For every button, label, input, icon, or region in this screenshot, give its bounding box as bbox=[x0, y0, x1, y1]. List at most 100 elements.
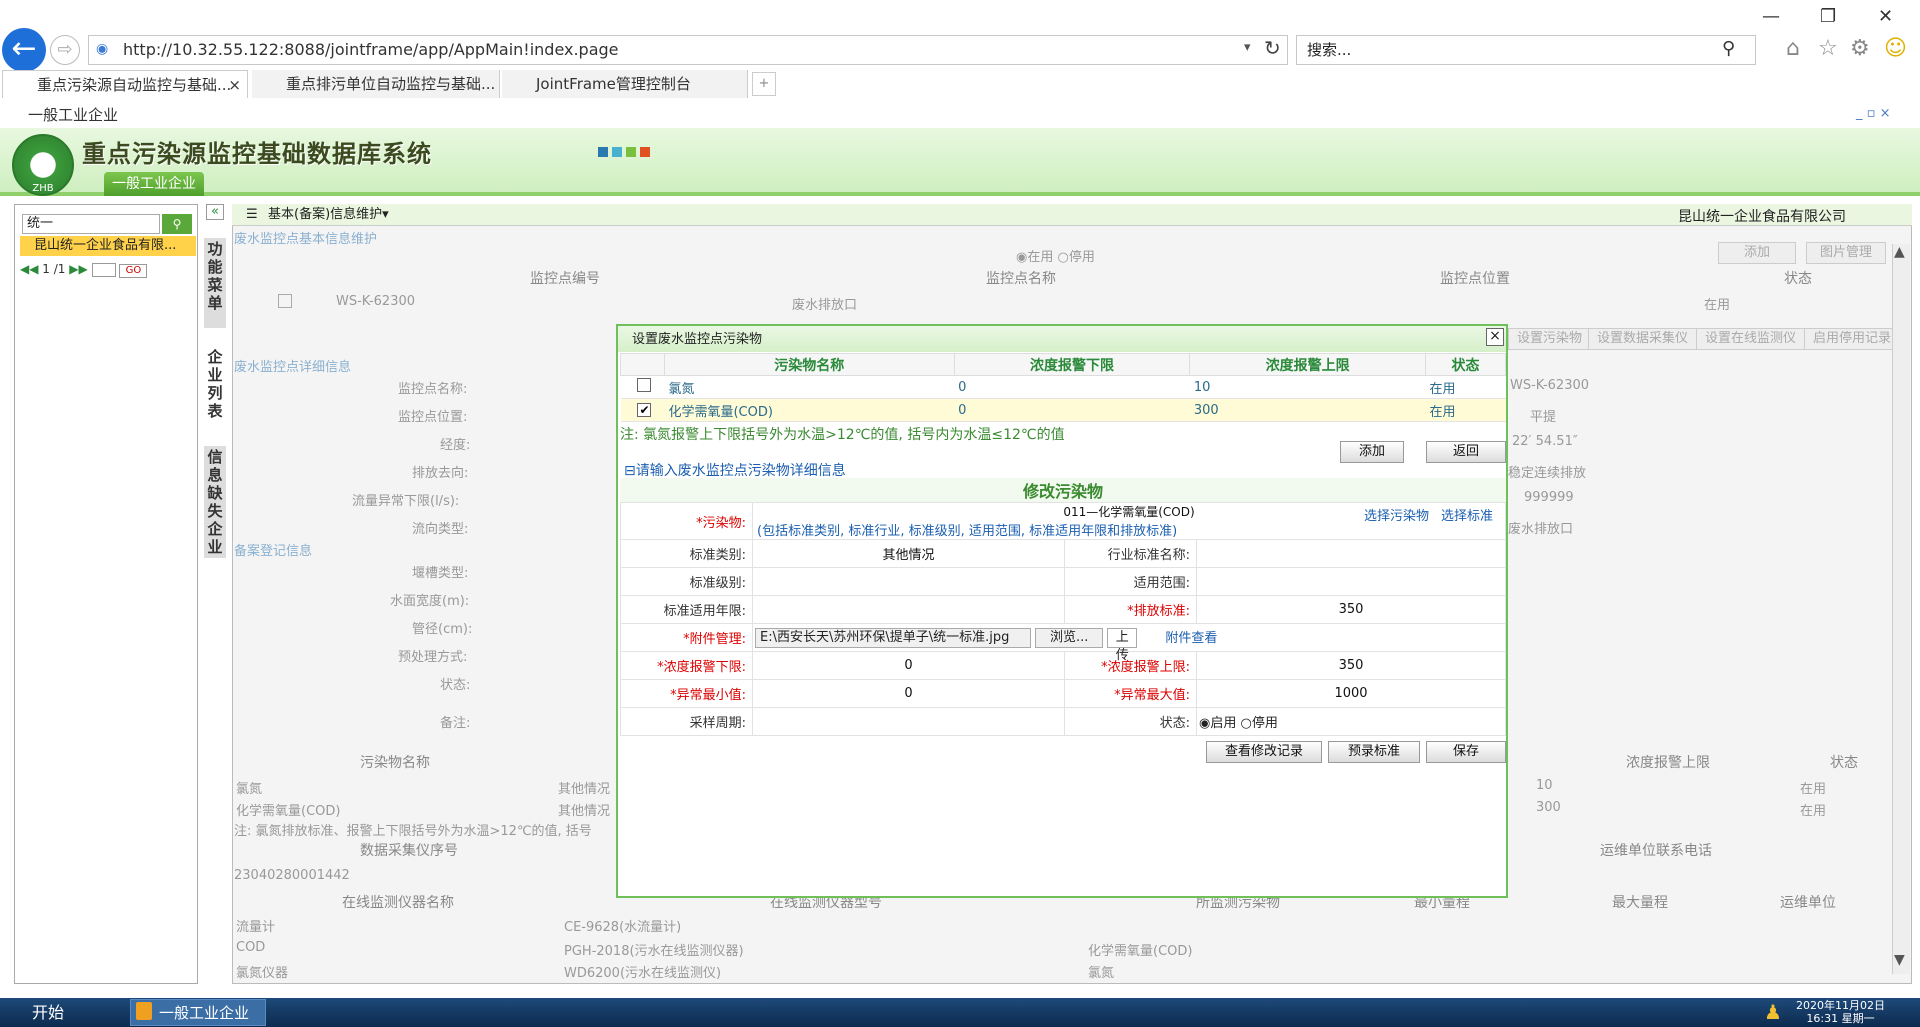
attachment-view-link[interactable]: 附件查看 bbox=[1165, 631, 1217, 646]
dialog-add-button[interactable]: 添加 bbox=[1340, 441, 1404, 463]
search-go-icon[interactable]: ⚲ bbox=[162, 214, 192, 234]
browser-search-input[interactable]: 搜索... bbox=[1296, 35, 1756, 65]
page-input[interactable] bbox=[91, 262, 116, 277]
app-window-controls[interactable]: _ ▫ × bbox=[1856, 106, 1890, 121]
address-bar[interactable]: http://10.32.55.122:8088/jointframe/app/… bbox=[88, 35, 1288, 65]
industry-value[interactable] bbox=[1196, 539, 1506, 568]
nav-tab-general-industry[interactable]: 一般工业企业 bbox=[104, 172, 204, 196]
col-header: 浓度报警上限 bbox=[1189, 353, 1427, 376]
table-cell: COD bbox=[236, 940, 266, 955]
scrollbar[interactable] bbox=[1892, 244, 1910, 974]
set-pollutant-button[interactable]: 设置污染物 bbox=[1508, 328, 1592, 350]
cycle-value[interactable] bbox=[752, 707, 1065, 736]
app-icon bbox=[136, 1002, 152, 1020]
save-button[interactable]: 保存 bbox=[1426, 741, 1506, 763]
vtab-function-menu[interactable]: 功能菜单 bbox=[204, 238, 226, 328]
field-value: 废水排放口 bbox=[1508, 522, 1574, 537]
table-cell: 在用 bbox=[1425, 398, 1506, 422]
set-monitor-button[interactable]: 设置在线监测仪 bbox=[1696, 328, 1806, 350]
back-icon[interactable]: ← bbox=[2, 28, 46, 72]
vtab-enterprise-list[interactable]: 企业列表 bbox=[204, 346, 226, 438]
vtab-missing-info[interactable]: 信息缺失企业 bbox=[204, 446, 226, 558]
col-header: 状态 bbox=[1830, 755, 1858, 771]
new-tab-icon[interactable]: + bbox=[752, 72, 776, 96]
dialog-close-icon[interactable]: × bbox=[1486, 328, 1504, 346]
tab-label: 重点污染源自动监控与基础... bbox=[37, 76, 232, 94]
list-item-company[interactable]: 昆山统一企业食品有限... bbox=[20, 236, 196, 256]
field-label: *排放标准: bbox=[1064, 595, 1197, 624]
minimize-icon[interactable]: — bbox=[1762, 6, 1780, 27]
tab-3[interactable]: JointFrame管理控制台 bbox=[502, 70, 748, 98]
std-level-value[interactable] bbox=[752, 567, 1065, 596]
search-icon[interactable]: ⚲ bbox=[1722, 38, 1735, 59]
dialog-back-button[interactable]: 返回 bbox=[1426, 441, 1506, 463]
radio-in-use-label: 在用 bbox=[1027, 250, 1054, 265]
table-cell: 化学需氧量(COD) bbox=[664, 398, 955, 422]
preset-standard-button[interactable]: 预录标准 bbox=[1328, 741, 1420, 763]
pager-first-icon[interactable]: ◀◀ bbox=[20, 262, 38, 276]
select-standard-link[interactable]: 选择标准 bbox=[1441, 505, 1493, 524]
max-value[interactable]: 1000 bbox=[1196, 679, 1506, 708]
favorites-icon[interactable]: ☆ bbox=[1818, 36, 1838, 61]
pager-last-icon[interactable]: ▶▶ bbox=[69, 262, 87, 276]
pager: ◀◀ 1 /1 ▶▶ GO bbox=[20, 262, 148, 278]
table-cell: CE-9628(水流量计) bbox=[564, 920, 682, 935]
add-button-bg[interactable]: 添加 bbox=[1718, 242, 1796, 264]
field-label: 适用范围: bbox=[1064, 567, 1197, 596]
collapse-icon[interactable]: « bbox=[206, 204, 224, 220]
dropdown-icon[interactable]: ▾ bbox=[1244, 40, 1251, 55]
enterprise-search-input[interactable]: 统一 bbox=[22, 214, 160, 234]
tab-1[interactable]: 重点污染源自动监控与基础... × bbox=[2, 70, 248, 98]
smiley-icon[interactable]: ☺ bbox=[1884, 36, 1907, 61]
field-label: 监控点位置: bbox=[398, 410, 468, 425]
upload-button[interactable]: 上传 bbox=[1107, 628, 1138, 663]
pager-go-button[interactable]: GO bbox=[119, 264, 148, 278]
clock[interactable]: 2020年11月02日 16:31 星期一 bbox=[1796, 999, 1885, 1025]
home-icon[interactable]: ⌂ bbox=[1786, 36, 1800, 61]
tab-2[interactable]: 重点排污单位自动监控与基础... bbox=[252, 70, 500, 98]
alarm-low-value[interactable]: 0 bbox=[752, 651, 1065, 680]
scroll-down-icon[interactable]: ▼ bbox=[1894, 952, 1905, 968]
std-type-value[interactable]: 其他情况 bbox=[752, 539, 1065, 568]
field-label: 水面宽度(m): bbox=[390, 594, 470, 609]
table-cell: 在用 bbox=[1800, 782, 1827, 797]
image-manage-button[interactable]: 图片管理 bbox=[1806, 242, 1886, 264]
attachment-path[interactable]: E:\西安长天\苏州环保\提单子\统一标准.jpg bbox=[755, 628, 1031, 649]
field-label: 排放去向: bbox=[412, 466, 469, 481]
collapse-box-icon[interactable]: ⊟ bbox=[624, 463, 636, 479]
row-checkbox[interactable] bbox=[278, 294, 292, 308]
select-pollutant-link[interactable]: 选择污染物 bbox=[1364, 505, 1429, 524]
refresh-icon[interactable]: ↻ bbox=[1264, 36, 1281, 60]
start-button[interactable]: 开始 bbox=[6, 998, 106, 1027]
table-cell: 化学需氧量(COD) bbox=[1088, 944, 1193, 959]
field-label: 采样周期: bbox=[620, 707, 753, 736]
menu-dropdown[interactable]: 基本(备案)信息维护▾ bbox=[268, 207, 389, 222]
color-swatches[interactable] bbox=[598, 146, 654, 157]
radio-disable[interactable]: ○停用 bbox=[1241, 716, 1278, 731]
browse-button[interactable]: 浏览... bbox=[1035, 628, 1104, 649]
scroll-up-icon[interactable]: ▲ bbox=[1894, 244, 1905, 260]
radio-enable[interactable]: ◉启用 bbox=[1199, 716, 1236, 731]
close-icon[interactable]: ✕ bbox=[1878, 6, 1893, 27]
logo-text: ZHB bbox=[32, 183, 54, 194]
row-checkbox-checked[interactable]: ✔ bbox=[637, 402, 652, 417]
table-cell: 在用 bbox=[1800, 804, 1827, 819]
min-value[interactable]: 0 bbox=[752, 679, 1065, 708]
user-icon[interactable]: ♟ bbox=[1764, 1000, 1782, 1024]
set-collector-button[interactable]: 设置数据采集仪 bbox=[1588, 328, 1698, 350]
discharge-value[interactable]: 350 bbox=[1196, 595, 1506, 624]
view-history-button[interactable]: 查看修改记录 bbox=[1206, 741, 1322, 763]
row-checkbox[interactable] bbox=[637, 378, 652, 392]
table-row[interactable]: ✔ 化学需氧量(COD) 0 300 在用 bbox=[620, 398, 1506, 422]
restore-icon[interactable]: ❐ bbox=[1820, 6, 1836, 27]
scope-value[interactable] bbox=[1196, 567, 1506, 596]
tab-close-icon[interactable]: × bbox=[228, 71, 241, 99]
col-header: 监控点编号 bbox=[530, 271, 600, 287]
radio-in-use[interactable]: ◉在用 ○停用 bbox=[1016, 246, 1095, 265]
table-row[interactable]: 氯氮 0 10 在用 bbox=[620, 375, 1506, 399]
forward-icon[interactable]: ⇨ bbox=[50, 35, 80, 65]
enable-log-button[interactable]: 启用停用记录 bbox=[1804, 328, 1901, 350]
settings-icon[interactable]: ⚙ bbox=[1850, 36, 1870, 61]
years-value[interactable] bbox=[752, 595, 1065, 624]
alarm-high-value[interactable]: 350 bbox=[1196, 651, 1506, 680]
